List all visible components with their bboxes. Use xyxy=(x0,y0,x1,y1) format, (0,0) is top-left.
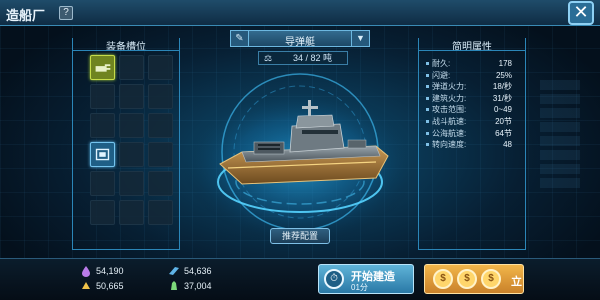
bullet-icon xyxy=(426,96,429,100)
attribute-label: 建筑火力: xyxy=(432,93,467,103)
attribute-value: 48 xyxy=(503,140,512,150)
close-button[interactable]: ✕ xyxy=(568,1,594,25)
oil-value: 54,190 xyxy=(96,266,124,276)
crystal-icon xyxy=(171,281,177,290)
attribute-label: 弹道火力: xyxy=(432,82,467,92)
equipment-slot[interactable] xyxy=(119,171,144,196)
bullet-icon xyxy=(426,131,429,135)
steel-value: 54,636 xyxy=(184,266,212,276)
chevron-down-icon[interactable]: ▼ xyxy=(351,31,369,46)
launcher-slot-1 xyxy=(258,144,280,146)
ship-name-bar: ✎ 导弹艇 ▼ xyxy=(230,30,370,48)
attribute-value: 31/秒 xyxy=(492,93,512,103)
side-decoration xyxy=(540,80,580,190)
equipment-slot[interactable] xyxy=(119,142,144,167)
attributes-title-divider xyxy=(418,50,526,51)
gold-icon xyxy=(82,282,90,289)
equipment-slot[interactable] xyxy=(148,200,173,225)
start-build-button[interactable]: ⏱ 开始建造 01分 xyxy=(318,264,414,294)
attribute-value: 20节 xyxy=(495,116,512,126)
attribute-row: 耐久: 178 xyxy=(426,58,518,70)
attribute-value: 64节 xyxy=(495,128,512,138)
attribute-row: 转向速度: 48 xyxy=(426,139,518,151)
title-bar: 造船厂 ? ✕ xyxy=(0,0,600,26)
recommend-config-button[interactable]: 推荐配置 xyxy=(270,228,330,244)
equipment-slot[interactable] xyxy=(119,113,144,138)
equipment-slot[interactable] xyxy=(148,113,173,138)
equipment-slot[interactable] xyxy=(90,113,115,138)
build-time: 01分 xyxy=(351,283,368,292)
equipment-slot-grid xyxy=(90,55,173,225)
gun-icon xyxy=(95,64,111,72)
equipment-slot[interactable] xyxy=(90,55,115,80)
module-icon xyxy=(95,148,110,161)
coin-icon: $ xyxy=(457,269,477,289)
attribute-row: 闪避: 25% xyxy=(426,70,518,82)
bridge-windows xyxy=(302,130,338,134)
bullet-icon xyxy=(426,73,429,77)
oil-icon xyxy=(82,266,90,277)
equipment-slot[interactable] xyxy=(90,171,115,196)
equipment-slot[interactable] xyxy=(148,55,173,80)
bullet-icon xyxy=(426,85,429,89)
equipment-slot[interactable] xyxy=(90,84,115,109)
equipment-slot[interactable] xyxy=(90,200,115,225)
gold-resource: 50,665 xyxy=(80,280,124,292)
bullet-icon xyxy=(426,143,429,147)
attribute-value: 0~49 xyxy=(493,105,512,115)
ship-name: 导弹艇 xyxy=(285,37,315,48)
ship-bridge xyxy=(289,123,345,153)
bullet-icon xyxy=(426,62,429,65)
help-button[interactable]: ? xyxy=(59,6,73,20)
attributes-list: 耐久: 178 闪避: 25% 弹道火力: 18/秒 建筑火力: 31/秒 攻击范围: 0~49 战… xyxy=(426,58,518,151)
attribute-value: 178 xyxy=(498,59,512,68)
instant-build-button[interactable]: $ $ $ 立 xyxy=(424,264,524,294)
crystal-resource: 37,004 xyxy=(168,280,212,292)
attribute-label: 转向速度: xyxy=(432,140,467,150)
equipment-slot[interactable] xyxy=(119,200,144,225)
clock-icon: ⏱ xyxy=(324,269,344,289)
attribute-label: 公海航速: xyxy=(432,128,467,138)
equipment-slot[interactable] xyxy=(119,84,144,109)
attribute-label: 耐久: xyxy=(432,59,451,68)
steel-resource: 54,636 xyxy=(168,265,212,277)
mast-crossbar xyxy=(302,106,318,109)
equipment-slot[interactable] xyxy=(90,142,115,167)
bullet-icon xyxy=(426,108,429,112)
attribute-row: 公海航速: 64节 xyxy=(426,128,518,140)
equipment-slot[interactable] xyxy=(148,84,173,109)
window-title: 造船厂 xyxy=(6,8,46,23)
attribute-label: 闪避: xyxy=(432,70,451,80)
oil-resource: 54,190 xyxy=(80,265,124,277)
attribute-row: 弹道火力: 18/秒 xyxy=(426,81,518,93)
equipment-slot[interactable] xyxy=(148,142,173,167)
crystal-value: 37,004 xyxy=(184,281,212,291)
launcher-slot-2 xyxy=(258,148,280,150)
attribute-label: 攻击范围: xyxy=(432,105,467,115)
instant-build-label: 立 xyxy=(511,276,522,288)
ship-bridge-top xyxy=(295,114,335,129)
attribute-row: 战斗航速: 20节 xyxy=(426,116,518,128)
coin-icon: $ xyxy=(433,269,453,289)
bullet-icon xyxy=(426,119,429,123)
ship-display xyxy=(182,73,418,240)
attribute-label: 战斗航速: xyxy=(432,116,467,126)
equipment-title-divider xyxy=(72,50,180,51)
equipment-slot[interactable] xyxy=(119,55,144,80)
attribute-value: 25% xyxy=(495,70,512,80)
coin-icon: $ xyxy=(481,269,501,289)
attribute-row: 攻击范围: 0~49 xyxy=(426,104,518,116)
equipment-slot[interactable] xyxy=(148,171,173,196)
rear-deck-module xyxy=(347,139,367,149)
attribute-row: 建筑火力: 31/秒 xyxy=(426,93,518,105)
attribute-value: 18/秒 xyxy=(492,82,512,92)
gold-value: 50,665 xyxy=(96,281,124,291)
steel-icon xyxy=(169,267,179,275)
